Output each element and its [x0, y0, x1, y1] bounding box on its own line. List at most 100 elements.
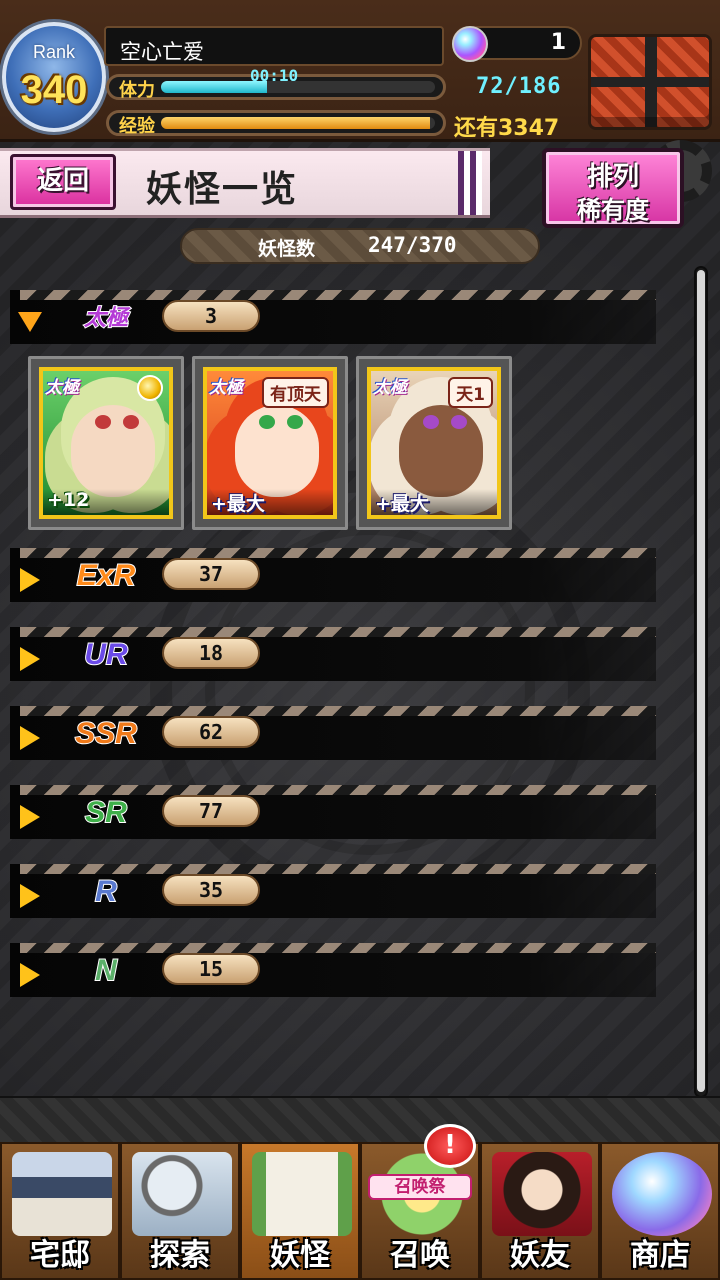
- nav-shop[interactable]: 商店: [600, 1142, 720, 1280]
- portrait-eye: [95, 415, 111, 429]
- nav-label: 探索: [150, 1238, 210, 1273]
- scroll-icon: [252, 1152, 352, 1236]
- bottom-nav: 宅邸 探索 妖怪 召唤 妖友 商店: [0, 1142, 720, 1280]
- magnifier-map-icon: [132, 1152, 232, 1236]
- rarity-count: 62: [162, 716, 260, 748]
- title-bar-decoration: [458, 151, 482, 215]
- alert-badge: !: [424, 1124, 476, 1168]
- nav-label: 商店: [630, 1238, 690, 1273]
- rank-badge[interactable]: Rank 340: [2, 22, 106, 132]
- nav-label: 妖友: [510, 1238, 570, 1273]
- card-rarity-badge: 太極: [209, 378, 243, 397]
- rarity-label: N: [94, 953, 118, 988]
- yokai-card[interactable]: 太極 +12: [28, 356, 184, 530]
- yokai-card[interactable]: 太極 有顶天 +最大: [192, 356, 348, 530]
- stamina-count: 72/186: [476, 74, 562, 99]
- collapse-arrow-icon: [18, 312, 42, 332]
- card-rarity-badge: 太極: [45, 378, 79, 397]
- card-level: +最大: [371, 489, 497, 515]
- card-level: +12: [43, 489, 169, 515]
- orb-counter[interactable]: 1: [452, 26, 582, 62]
- nav-divider: [0, 1096, 720, 1142]
- card-frame: 太極 有顶天 +最大: [203, 367, 337, 519]
- orb-icon: [452, 26, 488, 62]
- yokai-count-pill: 妖怪数 247/370: [180, 228, 540, 264]
- card-level: +最大: [207, 489, 333, 515]
- portrait-eye: [259, 415, 275, 429]
- card-tag: 有顶天: [262, 377, 329, 408]
- portrait-eye: [123, 415, 139, 429]
- nav-mansion[interactable]: 宅邸: [0, 1142, 120, 1280]
- rarity-row-n[interactable]: N 15: [10, 943, 656, 997]
- portrait-eye: [451, 415, 467, 429]
- rarity-label: ExR: [76, 558, 136, 593]
- sort-label: 排列: [586, 162, 639, 192]
- rarity-label: 太極: [83, 304, 129, 331]
- rarity-label: UR: [83, 637, 128, 672]
- nav-friends[interactable]: 妖友: [480, 1142, 600, 1280]
- rarity-row-ssr[interactable]: SSR 62: [10, 706, 656, 760]
- page-title: 妖怪一览: [146, 168, 299, 210]
- rank-label: Rank: [32, 42, 76, 62]
- rarity-count: 37: [162, 558, 260, 590]
- expand-arrow-icon: [20, 726, 40, 750]
- nav-explore[interactable]: 探索: [120, 1142, 240, 1280]
- summon-festival-banner: 召唤祭: [368, 1174, 472, 1200]
- rarity-label: SR: [84, 795, 128, 830]
- rank-value: 340: [20, 68, 88, 112]
- nav-label: 宅邸: [30, 1238, 90, 1273]
- rarity-count: 35: [162, 874, 260, 906]
- portrait-face: [71, 405, 155, 497]
- medal-icon: [137, 375, 163, 401]
- portrait-face: [235, 405, 319, 497]
- orb-count: 1: [550, 30, 566, 55]
- rarity-row-r[interactable]: R 35: [10, 864, 656, 918]
- back-button[interactable]: 返回: [10, 154, 116, 210]
- rarity-row-taiji[interactable]: 太極 3: [10, 290, 656, 344]
- portrait-face: [399, 405, 483, 497]
- rarity-row-exr[interactable]: ExR 37: [10, 548, 656, 602]
- expand-arrow-icon: [20, 963, 40, 987]
- crystal-orb-icon: [612, 1152, 712, 1236]
- card-frame: 太極 天1 +最大: [367, 367, 501, 519]
- card-frame: 太極 +12: [39, 367, 173, 519]
- exp-remaining: 还有3347: [454, 116, 560, 141]
- rarity-count: 3: [162, 300, 260, 332]
- mansion-icon: [12, 1152, 112, 1236]
- sort-mode: 稀有度: [577, 196, 649, 224]
- card-tag: 天1: [448, 377, 493, 408]
- expand-arrow-icon: [20, 647, 40, 671]
- status-header: Rank 340 空心亡爱 体力 00:10 72/186 经验 还有3347 …: [0, 0, 720, 142]
- rarity-row-ur[interactable]: UR 18: [10, 627, 656, 681]
- fox-girl-icon: [492, 1152, 592, 1236]
- portrait-eye: [423, 415, 439, 429]
- exp-track: [161, 117, 435, 129]
- yokai-count-label: 妖怪数: [258, 238, 316, 260]
- rarity-count: 18: [162, 637, 260, 669]
- card-rarity-badge: 太極: [373, 378, 407, 397]
- expand-arrow-icon: [20, 805, 40, 829]
- gift-box-icon[interactable]: [588, 34, 712, 130]
- nav-yokai[interactable]: 妖怪: [240, 1142, 360, 1280]
- expand-arrow-icon: [20, 884, 40, 908]
- exp-fill: [161, 117, 430, 129]
- sort-button[interactable]: 排列 稀有度: [542, 148, 684, 228]
- expand-arrow-icon: [20, 568, 40, 592]
- scroll-thumb[interactable]: [697, 270, 705, 1092]
- yokai-count-value: 247/370: [368, 233, 457, 257]
- rarity-label: R: [94, 874, 118, 909]
- portrait-eye: [287, 415, 303, 429]
- rarity-count: 15: [162, 953, 260, 985]
- rarity-row-sr[interactable]: SR 77: [10, 785, 656, 839]
- player-name: 空心亡爱: [104, 26, 444, 66]
- stamina-label: 体力: [119, 80, 155, 101]
- nav-label: 妖怪: [270, 1238, 330, 1273]
- yokai-card[interactable]: 太極 天1 +最大: [356, 356, 512, 530]
- rarity-label: SSR: [74, 716, 138, 751]
- scrollbar[interactable]: [694, 266, 708, 1098]
- rarity-count: 77: [162, 795, 260, 827]
- exp-label: 经验: [119, 116, 155, 137]
- exp-bar: 经验: [106, 110, 446, 137]
- nav-label: 召唤: [390, 1238, 450, 1273]
- stamina-timer: 00:10: [250, 66, 299, 85]
